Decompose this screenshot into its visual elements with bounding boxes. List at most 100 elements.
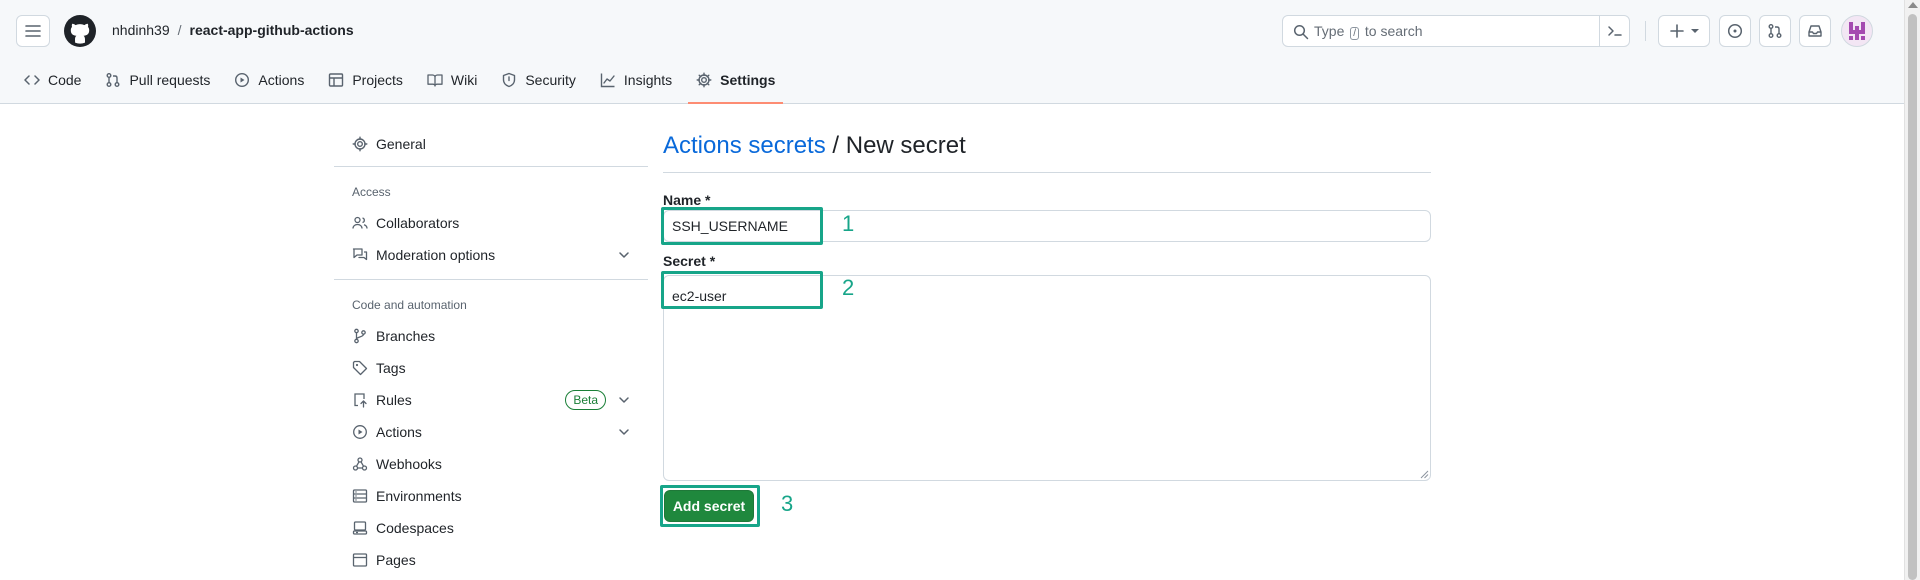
breadcrumb-separator: / — [177, 22, 182, 38]
sidebar-item-tags[interactable]: Tags — [334, 352, 648, 384]
code-icon — [24, 75, 40, 85]
terminal-icon — [1607, 26, 1622, 36]
page-title: Actions secrets / New secret — [663, 132, 966, 160]
play-circle-icon — [353, 425, 367, 439]
repo-owner-link[interactable]: nhdinh39 — [112, 22, 170, 38]
graph-icon — [600, 73, 615, 88]
chevron-down-icon[interactable] — [616, 247, 632, 263]
sidebar-item-general[interactable]: General — [334, 128, 648, 160]
search-placeholder-after: to search — [1364, 23, 1423, 39]
webhook-icon — [352, 457, 368, 471]
hamburger-icon — [25, 25, 41, 37]
create-new-button[interactable] — [1658, 15, 1710, 47]
pull-requests-button[interactable] — [1759, 15, 1791, 47]
play-circle-icon — [235, 72, 250, 88]
menu-button[interactable] — [16, 15, 50, 47]
tab-actions-label: Actions — [258, 72, 305, 88]
annotation-step-1: 1 — [842, 211, 855, 236]
sidebar-item-label: Rules — [376, 392, 412, 408]
annotation-step-3: 3 — [781, 491, 794, 516]
tab-insights-label: Insights — [623, 72, 673, 88]
search-shortcut-key: / — [1350, 27, 1360, 40]
page-title-suffix: / New secret — [825, 132, 966, 159]
sidebar-item-label: Branches — [376, 328, 436, 344]
book-icon — [427, 74, 443, 87]
annotation-highlight-secret — [661, 271, 823, 309]
sidebar-item-label: Webhooks — [376, 456, 442, 472]
git-pull-request-icon — [106, 73, 120, 87]
repo-nav-tabs: Code Pull requests Actions Projects Wiki… — [16, 62, 791, 104]
search-input[interactable]: Type / to search — [1282, 15, 1630, 47]
sidebar-item-label: Actions — [376, 424, 422, 440]
scroll-up-arrow-icon[interactable] — [1908, 2, 1918, 8]
tab-code-label: Code — [48, 72, 82, 88]
search-placeholder: Type / to search — [1314, 23, 1423, 40]
app-header: nhdinh39 / react-app-github-actions Type /… — [0, 0, 1904, 104]
sidebar-item-label: Moderation options — [376, 247, 496, 263]
actions-secrets-link[interactable]: Actions secrets — [663, 132, 826, 159]
chevron-down-icon[interactable] — [616, 424, 632, 440]
beta-badge: Beta — [565, 390, 606, 410]
gear-icon — [352, 136, 368, 152]
secret-label: Secret * — [663, 253, 716, 269]
annotation-highlight-name — [661, 207, 823, 245]
comment-discussion-icon — [352, 248, 368, 261]
tab-code[interactable]: Code — [16, 62, 89, 98]
tab-settings[interactable]: Settings — [688, 62, 784, 104]
tab-wiki-label: Wiki — [450, 72, 478, 88]
tag-icon — [352, 360, 368, 376]
page-scrollbar[interactable] — [1904, 0, 1920, 580]
sidebar-item-environments[interactable]: Environments — [334, 480, 648, 512]
tab-pull-requests[interactable]: Pull requests — [97, 62, 218, 98]
sidebar-item-actions[interactable]: Actions — [334, 416, 648, 448]
codespaces-icon — [352, 521, 368, 535]
sidebar-divider — [334, 279, 648, 280]
tab-projects-label: Projects — [352, 72, 403, 88]
tab-settings-label: Settings — [720, 72, 776, 88]
repo-push-icon — [354, 393, 367, 408]
sidebar-item-codespaces[interactable]: Codespaces — [334, 512, 648, 544]
inbox-button[interactable] — [1799, 15, 1831, 47]
repo-name-link[interactable]: react-app-github-actions — [190, 22, 354, 38]
avatar-identicon-icon — [1849, 22, 1865, 40]
scrollbar-thumb[interactable] — [1908, 14, 1917, 580]
sidebar-item-collaborators[interactable]: Collaborators — [334, 207, 648, 239]
github-logo-icon[interactable] — [64, 15, 96, 47]
tab-security-label: Security — [525, 72, 576, 88]
tab-pull-requests-label: Pull requests — [129, 72, 211, 88]
tab-projects[interactable]: Projects — [320, 62, 411, 98]
people-icon — [352, 216, 368, 229]
tab-actions[interactable]: Actions — [226, 62, 312, 98]
caret-down-icon — [1691, 29, 1699, 33]
sidebar-item-pages[interactable]: Pages — [334, 544, 648, 576]
sidebar-item-label: General — [376, 136, 426, 152]
issues-button[interactable] — [1719, 15, 1751, 47]
sidebar-item-label: Tags — [376, 360, 406, 376]
sidebar-item-label: Pages — [376, 552, 416, 568]
git-pull-request-icon — [1768, 24, 1782, 38]
annotation-step-2: 2 — [842, 275, 855, 300]
sidebar-item-label: Codespaces — [376, 520, 454, 536]
command-palette-button[interactable] — [1599, 16, 1629, 46]
resize-handle-icon[interactable] — [1419, 469, 1429, 479]
sidebar-item-rules[interactable]: Rules Beta — [334, 384, 648, 416]
avatar[interactable] — [1841, 15, 1873, 47]
breadcrumb: nhdinh39 / react-app-github-actions — [112, 22, 354, 38]
search-placeholder-before: Type — [1314, 23, 1345, 39]
sidebar-item-moderation-options[interactable]: Moderation options — [334, 239, 648, 271]
sidebar-divider — [334, 166, 648, 167]
annotation-highlight-submit — [660, 485, 760, 527]
tab-wiki[interactable]: Wiki — [419, 62, 485, 98]
name-label: Name * — [663, 192, 711, 208]
server-icon — [352, 489, 368, 503]
sidebar-heading-code-automation: Code and automation — [352, 298, 467, 312]
sidebar-item-label: Environments — [376, 488, 462, 504]
tab-security[interactable]: Security — [493, 62, 584, 98]
gear-icon — [696, 72, 712, 88]
sidebar-item-branches[interactable]: Branches — [334, 320, 648, 352]
chevron-down-icon[interactable] — [616, 392, 632, 408]
sidebar-item-webhooks[interactable]: Webhooks — [334, 448, 648, 480]
plus-icon — [1670, 24, 1684, 38]
tab-insights[interactable]: Insights — [592, 62, 680, 98]
browser-icon — [352, 553, 368, 567]
